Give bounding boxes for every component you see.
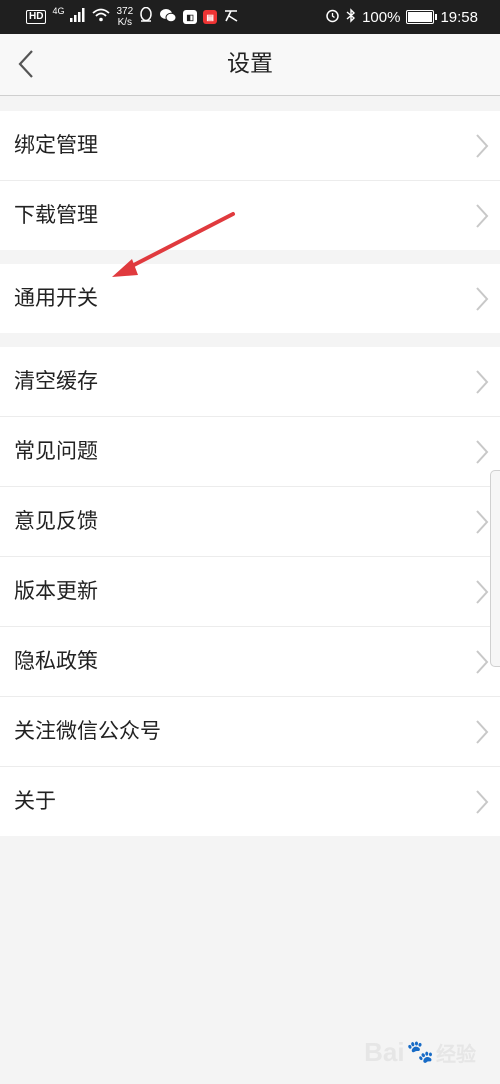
app-icon: ◧ xyxy=(183,10,198,24)
row-about[interactable]: 关于 xyxy=(0,767,500,836)
chevron-right-icon xyxy=(476,720,489,744)
settings-group-general: 通用开关 xyxy=(0,264,500,333)
nav-bar: 设置 xyxy=(0,34,500,96)
chevron-right-icon xyxy=(476,790,489,814)
status-bar: HD 4G 372 K/s ◧ ▤ 100% 19:58 xyxy=(0,0,500,34)
network-type: 4G xyxy=(52,6,65,16)
signal-icon xyxy=(70,8,86,26)
row-binding-management[interactable]: 绑定管理 xyxy=(0,111,500,181)
row-clear-cache[interactable]: 清空缓存 xyxy=(0,347,500,417)
row-label: 关于 xyxy=(14,789,56,813)
hd-badge: HD xyxy=(26,10,47,24)
chevron-right-icon xyxy=(476,287,489,311)
baidu-watermark: Bai 🐾 经验 xyxy=(364,1030,476,1074)
paw-icon: 🐾 xyxy=(406,1039,434,1064)
chevron-right-icon xyxy=(476,650,489,674)
row-download-management[interactable]: 下载管理 xyxy=(0,181,500,250)
network-speed: 372 K/s xyxy=(116,6,134,28)
chevron-right-icon xyxy=(476,370,489,394)
row-label: 意见反馈 xyxy=(14,509,98,533)
settings-group-accounts: 绑定管理 下载管理 xyxy=(0,111,500,250)
row-follow-wechat[interactable]: 关注微信公众号 xyxy=(0,697,500,767)
row-label: 关注微信公众号 xyxy=(14,719,161,743)
wifi-icon xyxy=(92,8,111,26)
clock: 19:58 xyxy=(440,8,478,26)
app-icon-2 xyxy=(223,8,239,26)
chevron-right-icon xyxy=(476,440,489,464)
chevron-right-icon xyxy=(476,580,489,604)
alarm-icon xyxy=(325,8,340,27)
chevron-right-icon xyxy=(476,510,489,534)
row-label: 下载管理 xyxy=(14,203,98,227)
toutiao-icon: ▤ xyxy=(203,10,218,24)
row-label: 版本更新 xyxy=(14,579,98,603)
row-label: 常见问题 xyxy=(14,439,98,463)
settings-group-misc: 清空缓存 常见问题 意见反馈 版本更新 隐私政策 关注微信公众号 关于 xyxy=(0,347,500,836)
row-label: 绑定管理 xyxy=(14,133,98,157)
row-label: 清空缓存 xyxy=(14,369,98,393)
watermark-brand: Bai xyxy=(364,1036,405,1067)
row-label: 隐私政策 xyxy=(14,649,98,673)
row-faq[interactable]: 常见问题 xyxy=(0,417,500,487)
chevron-right-icon xyxy=(476,134,489,158)
chevron-right-icon xyxy=(476,204,489,228)
battery-icon xyxy=(406,10,438,24)
row-version-update[interactable]: 版本更新 xyxy=(0,557,500,627)
row-feedback[interactable]: 意见反馈 xyxy=(0,487,500,557)
row-privacy-policy[interactable]: 隐私政策 xyxy=(0,627,500,697)
row-general-switches[interactable]: 通用开关 xyxy=(0,264,500,333)
wechat-icon xyxy=(159,8,177,27)
bluetooth-icon xyxy=(346,7,356,27)
battery-percent: 100% xyxy=(362,8,401,26)
watermark-suffix: 经验 xyxy=(436,1043,476,1066)
row-label: 通用开关 xyxy=(14,286,98,310)
page-title: 设置 xyxy=(227,51,273,77)
qq-icon xyxy=(139,6,153,27)
edge-scroll-handle[interactable] xyxy=(490,470,500,667)
